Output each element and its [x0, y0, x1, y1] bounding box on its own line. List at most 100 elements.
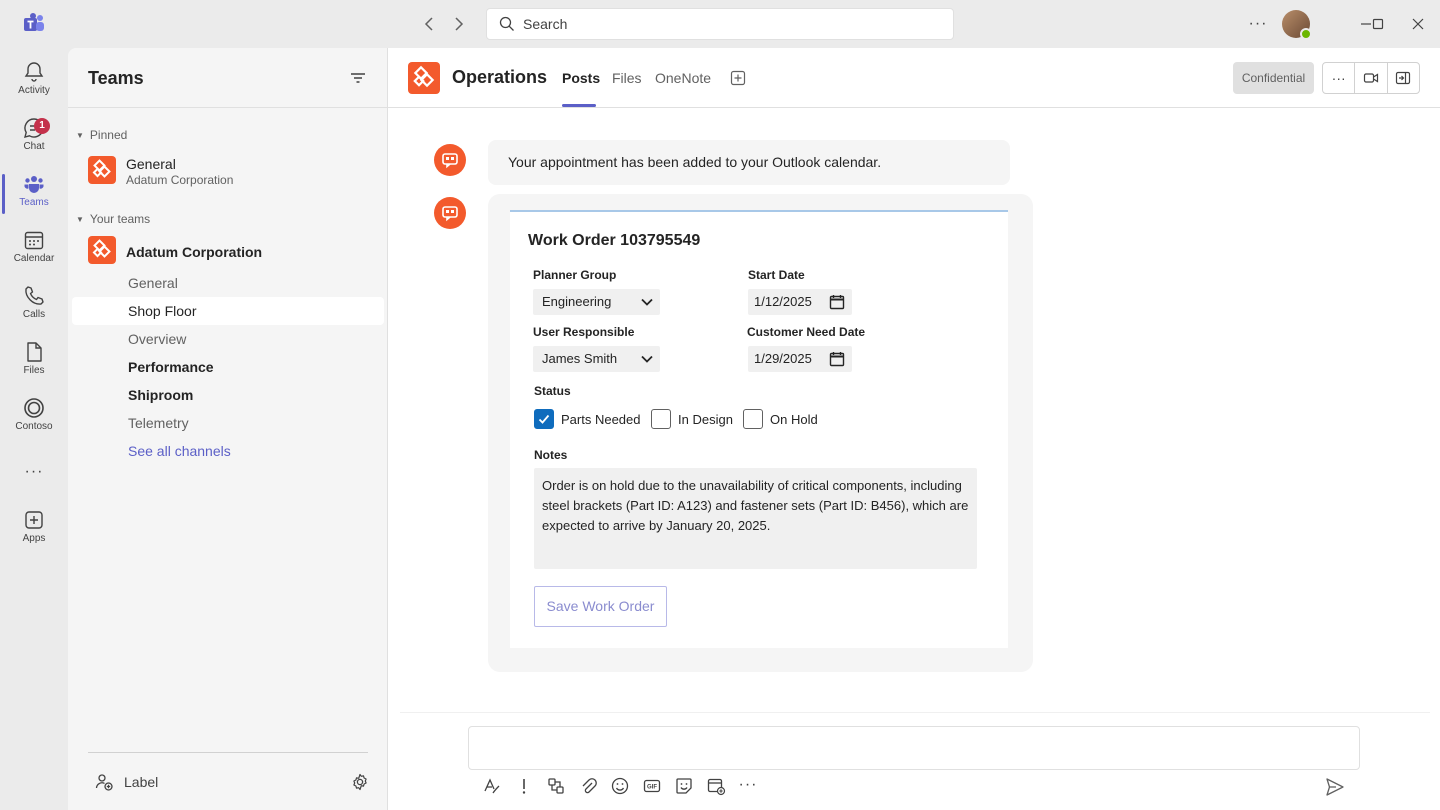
checkbox-checked[interactable]: [534, 409, 554, 429]
channel-performance[interactable]: Performance: [72, 353, 384, 381]
channel-shiproom[interactable]: Shiproom: [72, 381, 384, 409]
rail-teams[interactable]: Teams: [0, 170, 68, 226]
rail-files[interactable]: Files: [0, 338, 68, 394]
save-work-order-button[interactable]: Save Work Order: [534, 586, 667, 627]
forward-arrow-icon[interactable]: [448, 14, 468, 34]
importance-button[interactable]: [514, 776, 534, 796]
pinned-section-toggle[interactable]: ▼ Pinned: [76, 128, 127, 142]
compose-box[interactable]: [468, 726, 1360, 770]
pinned-channel-name[interactable]: General: [126, 156, 176, 172]
planner-group-label: Planner Group: [533, 268, 617, 282]
close-window-icon[interactable]: [1406, 12, 1430, 36]
open-pane-button[interactable]: [1388, 63, 1419, 93]
rail-label: Teams: [19, 197, 49, 208]
more-icon: ···: [1331, 70, 1346, 86]
sensitivity-label[interactable]: Confidential: [1233, 62, 1314, 94]
calendar-icon[interactable]: [829, 351, 845, 367]
format-text-icon: [484, 778, 500, 794]
bot-avatar[interactable]: [434, 197, 466, 229]
paperclip-icon: [582, 778, 597, 794]
bot-icon: [442, 153, 458, 169]
start-date-label: Start Date: [748, 268, 805, 282]
gif-button[interactable]: GIF: [642, 776, 662, 796]
loop-button[interactable]: [546, 776, 566, 796]
see-all-channels-link[interactable]: See all channels: [72, 437, 384, 465]
attach-button[interactable]: [578, 776, 598, 796]
gear-icon[interactable]: [350, 772, 370, 792]
rail-more-icon[interactable]: ···: [0, 458, 68, 486]
tab-files[interactable]: Files: [612, 70, 642, 86]
header-actions: ···: [1322, 62, 1420, 94]
channel-general[interactable]: General: [72, 269, 384, 297]
filter-icon[interactable]: [348, 68, 368, 88]
maximize-icon[interactable]: [1366, 12, 1390, 36]
calendar-icon[interactable]: [829, 294, 845, 310]
rail-calls[interactable]: Calls: [0, 282, 68, 338]
rail-activity[interactable]: Activity: [0, 58, 68, 114]
schedule-meeting-button[interactable]: [706, 776, 726, 796]
pinned-team-avatar: [88, 156, 116, 184]
tab-onenote[interactable]: OneNote: [655, 70, 711, 86]
teams-logo-icon[interactable]: [22, 12, 46, 36]
video-camera-icon: [1363, 73, 1379, 83]
format-button[interactable]: [482, 776, 502, 796]
file-icon: [27, 342, 42, 362]
status-parts-needed-checkbox[interactable]: Parts Needed: [534, 409, 641, 429]
planner-group-select[interactable]: Engineering: [533, 289, 660, 315]
add-tab-icon[interactable]: [730, 70, 746, 86]
rail-contoso[interactable]: Contoso: [0, 394, 68, 450]
more-options-icon[interactable]: ···: [738, 776, 758, 796]
your-teams-section-toggle[interactable]: ▼ Your teams: [76, 212, 150, 226]
rail-label: Calendar: [13, 253, 55, 264]
emoji-icon: [611, 777, 629, 795]
rail-label: Calls: [22, 309, 46, 320]
more-actions-button[interactable]: ···: [1323, 63, 1356, 93]
status-on-hold-checkbox[interactable]: On Hold: [743, 409, 818, 429]
label-button-text: Label: [124, 774, 159, 790]
unread-badge: 1: [34, 118, 50, 134]
checkbox-unchecked[interactable]: [743, 409, 763, 429]
search-input[interactable]: [523, 16, 923, 32]
send-button[interactable]: [1324, 776, 1346, 798]
channel-shop-floor[interactable]: Shop Floor: [72, 297, 384, 325]
work-order-title: Work Order 103795549: [528, 232, 701, 249]
phone-icon: [25, 286, 44, 305]
bot-avatar[interactable]: [434, 144, 466, 176]
channel-overview[interactable]: Overview: [72, 325, 384, 353]
status-in-design-checkbox[interactable]: In Design: [651, 409, 733, 429]
back-arrow-icon[interactable]: [420, 14, 440, 34]
team-name[interactable]: Adatum Corporation: [126, 244, 262, 260]
calendar-add-icon: [707, 778, 726, 796]
rail-chat[interactable]: 1 Chat: [0, 114, 68, 170]
team-logo-icon: [92, 159, 111, 178]
channel-telemetry[interactable]: Telemetry: [72, 409, 384, 437]
work-order-card: Work Order 103795549 Planner Group Engin…: [510, 210, 1008, 648]
rail-apps[interactable]: Apps: [0, 506, 68, 562]
caret-down-icon: ▼: [76, 214, 84, 224]
checkbox-unchecked[interactable]: [651, 409, 671, 429]
user-avatar[interactable]: [1282, 10, 1312, 40]
emoji-button[interactable]: [610, 776, 630, 796]
search-box[interactable]: [486, 8, 954, 40]
rail-label: Apps: [22, 533, 46, 544]
start-date-value: 1/12/2025: [754, 294, 812, 309]
exclamation-icon: [522, 779, 526, 794]
customer-need-date-input[interactable]: 1/29/2025: [748, 346, 852, 372]
start-date-input[interactable]: 1/12/2025: [748, 289, 852, 315]
message-input[interactable]: [469, 727, 1359, 769]
user-responsible-select[interactable]: James Smith: [533, 346, 660, 372]
sticker-button[interactable]: [674, 776, 694, 796]
rail-calendar[interactable]: Calendar: [0, 226, 68, 282]
notes-textarea[interactable]: Order is on hold due to the unavailabili…: [534, 468, 977, 569]
teams-icon: [24, 176, 44, 193]
rail-label: Contoso: [15, 421, 53, 432]
meet-button[interactable]: [1355, 63, 1388, 93]
label-button[interactable]: Label: [94, 772, 158, 792]
team-avatar: [88, 236, 116, 264]
bot-icon: [442, 206, 458, 222]
rail-label: Activity: [18, 85, 50, 96]
checkbox-label: On Hold: [770, 411, 818, 427]
tab-posts[interactable]: Posts: [562, 70, 600, 86]
more-options-icon[interactable]: ···: [1246, 12, 1270, 36]
channel-main: Operations Posts Files OneNote Confident…: [388, 48, 1440, 810]
